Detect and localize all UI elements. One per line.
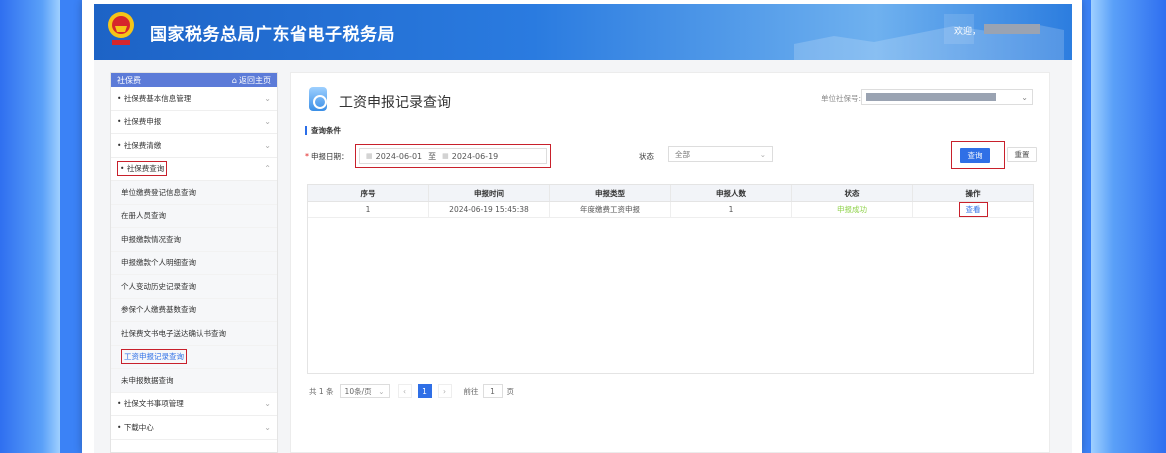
- chevron-left-icon: ‹: [403, 386, 407, 396]
- col-header: 申报时间: [429, 185, 550, 201]
- welcome-text: 欢迎，: [954, 27, 982, 37]
- query-button-highlight: 查询: [951, 141, 1005, 169]
- query-button[interactable]: 查询: [960, 148, 990, 163]
- chevron-down-icon: ⌄: [264, 399, 271, 409]
- col-header: 状态: [792, 185, 913, 201]
- cell-time: 2024-06-19 15:45:38: [429, 202, 550, 217]
- background-right: [1091, 0, 1166, 453]
- sidebar-subitem[interactable]: 个人变动历史记录查询: [111, 275, 277, 299]
- site-header: 国家税务总局广东省电子税务局 欢迎，: [94, 4, 1072, 60]
- sidebar-item-payment[interactable]: • 社保费清缴 ⌄: [111, 134, 277, 158]
- unit-social-no-select[interactable]: ⌄: [861, 89, 1033, 105]
- cell-type: 年度缴费工资申报: [550, 202, 671, 217]
- cell-no: 1: [308, 202, 429, 217]
- back-home-label: 返回主页: [239, 75, 271, 85]
- back-home-link[interactable]: ⌂ 返回主页: [232, 75, 271, 86]
- sidebar-subitem[interactable]: 申报缴款个人明细查询: [111, 251, 277, 275]
- sidebar-item-download[interactable]: • 下载中心 ⌄: [111, 416, 277, 440]
- sidebar-item-docs[interactable]: • 社保文书事项管理 ⌄: [111, 392, 277, 416]
- goto-unit: 页: [506, 386, 515, 396]
- sidebar-item-declare[interactable]: • 社保费申报 ⌄: [111, 110, 277, 134]
- col-header: 序号: [308, 185, 429, 201]
- col-header: 申报人数: [671, 185, 792, 201]
- record-search-icon: [309, 87, 327, 111]
- sidebar-subitem[interactable]: 在册人员查询: [111, 204, 277, 228]
- background-left: [0, 0, 60, 453]
- table-header: 序号 申报时间 申报类型 申报人数 状态 操作: [308, 185, 1033, 202]
- date-range-picker[interactable]: ▦ 2024-06-01 至 ▦ 2024-06-19: [355, 144, 551, 168]
- current-page[interactable]: 1: [417, 384, 432, 398]
- goto-label: 前往: [463, 386, 479, 396]
- home-icon: ⌂: [231, 75, 237, 85]
- total-count: 共 1 条: [309, 386, 334, 396]
- sidebar-header: 社保费 ⌂ 返回主页: [111, 73, 277, 87]
- sidebar-subitem[interactable]: 未申报数据查询: [111, 369, 277, 393]
- prev-page-button[interactable]: ‹: [397, 384, 412, 398]
- calendar-icon: ▦: [442, 152, 449, 160]
- pagination: 共 1 条 10条/页 ⌄ ‹ 1 › 前往 1 页: [309, 383, 514, 399]
- user-name-masked[interactable]: [984, 24, 1040, 34]
- cell-action: 查看: [913, 202, 1033, 217]
- sidebar-item-basic-info[interactable]: • 社保费基本信息管理 ⌄: [111, 87, 277, 111]
- page-title: 工资申报记录查询: [339, 95, 451, 111]
- status-label: 状态: [639, 152, 654, 161]
- records-table: 序号 申报时间 申报类型 申报人数 状态 操作 1 2024-06-19 15:…: [307, 184, 1034, 374]
- sidebar: 社保费 ⌂ 返回主页 • 社保费基本信息管理 ⌄ • 社保费申报 ⌄ • 社保费清缴 ⌄…: [110, 72, 278, 453]
- cell-count: 1: [671, 202, 792, 217]
- sidebar-item-query[interactable]: • 社保费查询 ⌃: [111, 157, 277, 181]
- chevron-down-icon: ⌄: [759, 149, 766, 159]
- goto-page-input[interactable]: 1: [482, 384, 503, 398]
- cell-status: 申报成功: [792, 202, 913, 217]
- content-panel: 工资申报记录查询 单位社保号: ⌄ 查询条件 * 申报日期： ▦ 2024-06-…: [290, 72, 1050, 453]
- calendar-icon: ▦: [366, 152, 373, 160]
- next-page-button[interactable]: ›: [437, 384, 452, 398]
- chevron-right-icon: ›: [443, 386, 447, 396]
- section-title: 查询条件: [305, 126, 341, 135]
- table-row: 1 2024-06-19 15:45:38 年度缴费工资申报 1 申报成功 查看: [308, 202, 1033, 218]
- reset-button[interactable]: 重置: [1007, 147, 1037, 162]
- chevron-down-icon: ⌄: [1021, 92, 1028, 102]
- date-to[interactable]: 2024-06-19: [452, 152, 499, 161]
- unit-social-no-masked: [866, 93, 996, 101]
- status-value: 全部: [675, 149, 690, 159]
- date-separator: 至: [428, 151, 437, 161]
- chevron-down-icon: ⌄: [264, 140, 271, 150]
- required-mark: *: [305, 151, 309, 161]
- chevron-down-icon: ⌄: [264, 117, 271, 127]
- sidebar-subitem[interactable]: 单位缴费登记信息查询: [111, 181, 277, 205]
- chevron-down-icon: ⌄: [264, 93, 271, 103]
- sidebar-subitem[interactable]: 申报缴款情况查询: [111, 228, 277, 252]
- sidebar-subitem[interactable]: 社保费文书电子送达确认书查询: [111, 322, 277, 346]
- date-from[interactable]: 2024-06-01: [376, 152, 423, 161]
- sidebar-subitem[interactable]: 参保个人缴费基数查询: [111, 298, 277, 322]
- emblem-icon: [108, 12, 134, 45]
- site-title: 国家税务总局广东省电子税务局: [150, 25, 395, 45]
- date-label: 申报日期：: [311, 151, 349, 161]
- sidebar-subitem-active[interactable]: 工资申报记录查询: [111, 345, 277, 369]
- sidebar-title: 社保费: [117, 75, 141, 85]
- col-header: 操作: [965, 188, 981, 198]
- col-header: 申报类型: [550, 185, 671, 201]
- unit-social-no-label: 单位社保号:: [821, 94, 862, 103]
- status-select[interactable]: 全部 ⌄: [668, 146, 773, 162]
- chevron-down-icon: ⌄: [264, 422, 271, 432]
- view-button[interactable]: 查看: [958, 202, 988, 217]
- page-size-value: 10条/页: [344, 386, 372, 396]
- page-size-select[interactable]: 10条/页 ⌄: [339, 384, 390, 398]
- chevron-down-icon: ⌄: [378, 386, 385, 396]
- date-label-row: * 申报日期：: [305, 147, 349, 165]
- chevron-up-icon: ⌃: [264, 164, 271, 174]
